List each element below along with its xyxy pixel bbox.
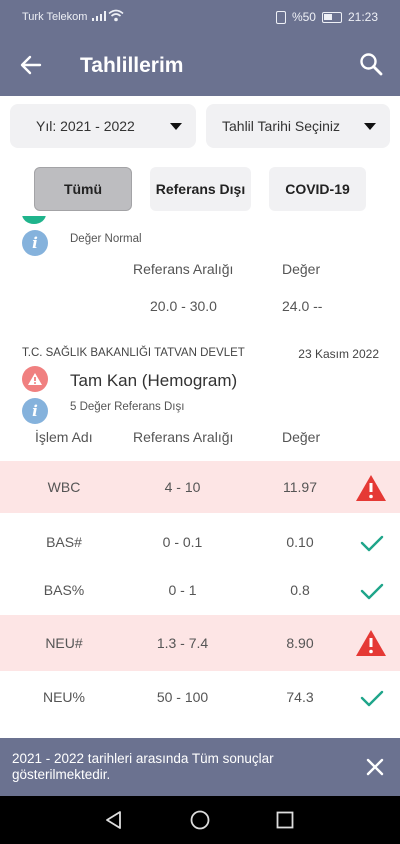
ref-range: 20.0 - 30.0: [150, 298, 217, 314]
column-header-ref: Referans Aralığı: [133, 261, 234, 277]
table-row: NEU# 1.3 - 7.4 8.90: [0, 615, 400, 671]
info-icon: i: [22, 398, 48, 424]
vibrate-icon: [275, 10, 286, 24]
nav-home-icon[interactable]: [188, 808, 212, 832]
column-header-name: İşlem Adı: [35, 429, 93, 445]
result-value: 11.97: [283, 479, 317, 495]
date-select-value: Tahlil Tarihi Seçiniz: [222, 118, 341, 134]
date-select[interactable]: Tahlil Tarihi Seçiniz: [206, 104, 390, 148]
year-select[interactable]: Yıl: 2021 - 2022: [10, 104, 196, 148]
table-row: WBC 4 - 10 11.97: [0, 461, 400, 513]
snackbar: 2021 - 2022 tarihleri arasında Tüm sonuç…: [0, 738, 400, 796]
system-nav-bar: [0, 796, 400, 844]
search-icon[interactable]: [358, 51, 384, 77]
year-select-value: Yıl: 2021 - 2022: [36, 118, 135, 134]
ref-range: 4 - 10: [164, 479, 201, 495]
result-value: 8.90: [286, 635, 314, 651]
result-date: 23 Kasım 2022: [298, 347, 379, 361]
battery-icon: [321, 11, 342, 23]
test-item-name: BAS%: [43, 582, 85, 598]
test-item-name: NEU%: [42, 689, 85, 705]
table-row: NEU% 50 - 100 74.3: [0, 671, 400, 723]
caret-down-icon: [170, 123, 182, 130]
filter-bar: Yıl: 2021 - 2022 Tahlil Tarihi Seçiniz: [0, 96, 400, 158]
tab-all[interactable]: Tümü: [34, 167, 132, 211]
status-icon: [22, 216, 46, 224]
table-row: BAS% 0 - 1 0.8: [0, 564, 400, 616]
nav-back-icon[interactable]: [102, 808, 126, 832]
checkmark-icon: [360, 535, 384, 552]
arrow-left-icon[interactable]: [18, 52, 44, 78]
app-bar: Tahlillerim: [0, 34, 400, 96]
filter-tabs: Tümü Referans Dışı COVID-19: [0, 158, 400, 216]
table-row: BAS# 0 - 0.1 0.10: [0, 516, 400, 568]
test-item-name: NEU#: [45, 635, 83, 651]
nav-recents-icon[interactable]: [273, 808, 297, 832]
tab-covid[interactable]: COVID-19: [269, 167, 366, 211]
warning-triangle-icon: [356, 630, 386, 656]
results-list[interactable]: i Değer Normal Referans Aralığı Değer 20…: [0, 216, 400, 738]
test-name[interactable]: Tam Kan (Hemogram): [70, 371, 237, 391]
warning-icon: [22, 366, 48, 392]
result-value: 0.8: [290, 582, 310, 598]
lab-name: T.C. SAĞLIK BAKANLIĞI TATVAN DEVLET: [22, 347, 245, 359]
test-item-name: WBC: [47, 479, 81, 495]
result-value: 24.0 --: [282, 298, 323, 314]
checkmark-icon: [360, 583, 384, 600]
ref-range: 0 - 1: [168, 582, 197, 598]
column-header-value: Değer: [282, 429, 321, 445]
clock: 21:23: [347, 10, 378, 24]
ref-range: 0 - 0.1: [162, 534, 203, 550]
column-header-ref: Referans Aralığı: [133, 429, 234, 445]
ref-range: 1.3 - 7.4: [156, 635, 209, 651]
result-summary: Değer Normal: [70, 233, 142, 245]
test-item-name: BAS#: [46, 534, 82, 550]
result-value: 0.10: [286, 534, 314, 550]
status-bar: Turk Telekom %50 21:23: [0, 0, 400, 34]
page-title: Tahlillerim: [80, 54, 184, 77]
snackbar-message: 2021 - 2022 tarihleri arasında Tüm sonuç…: [12, 751, 274, 782]
close-icon[interactable]: [364, 756, 386, 778]
ref-range: 50 - 100: [156, 689, 209, 705]
column-header-value: Değer: [282, 261, 321, 277]
caret-down-icon: [364, 123, 376, 130]
signal-icon: [92, 11, 106, 21]
wifi-icon: [108, 9, 124, 22]
tab-out-of-range[interactable]: Referans Dışı: [150, 167, 251, 211]
result-summary: 5 Değer Referans Dışı: [70, 401, 185, 413]
info-icon: i: [22, 230, 48, 256]
checkmark-icon: [360, 690, 384, 707]
battery-percent: %50: [291, 10, 316, 24]
result-value: 74.3: [286, 689, 314, 705]
carrier-name: Turk Telekom: [22, 11, 88, 23]
warning-triangle-icon: [356, 475, 386, 501]
